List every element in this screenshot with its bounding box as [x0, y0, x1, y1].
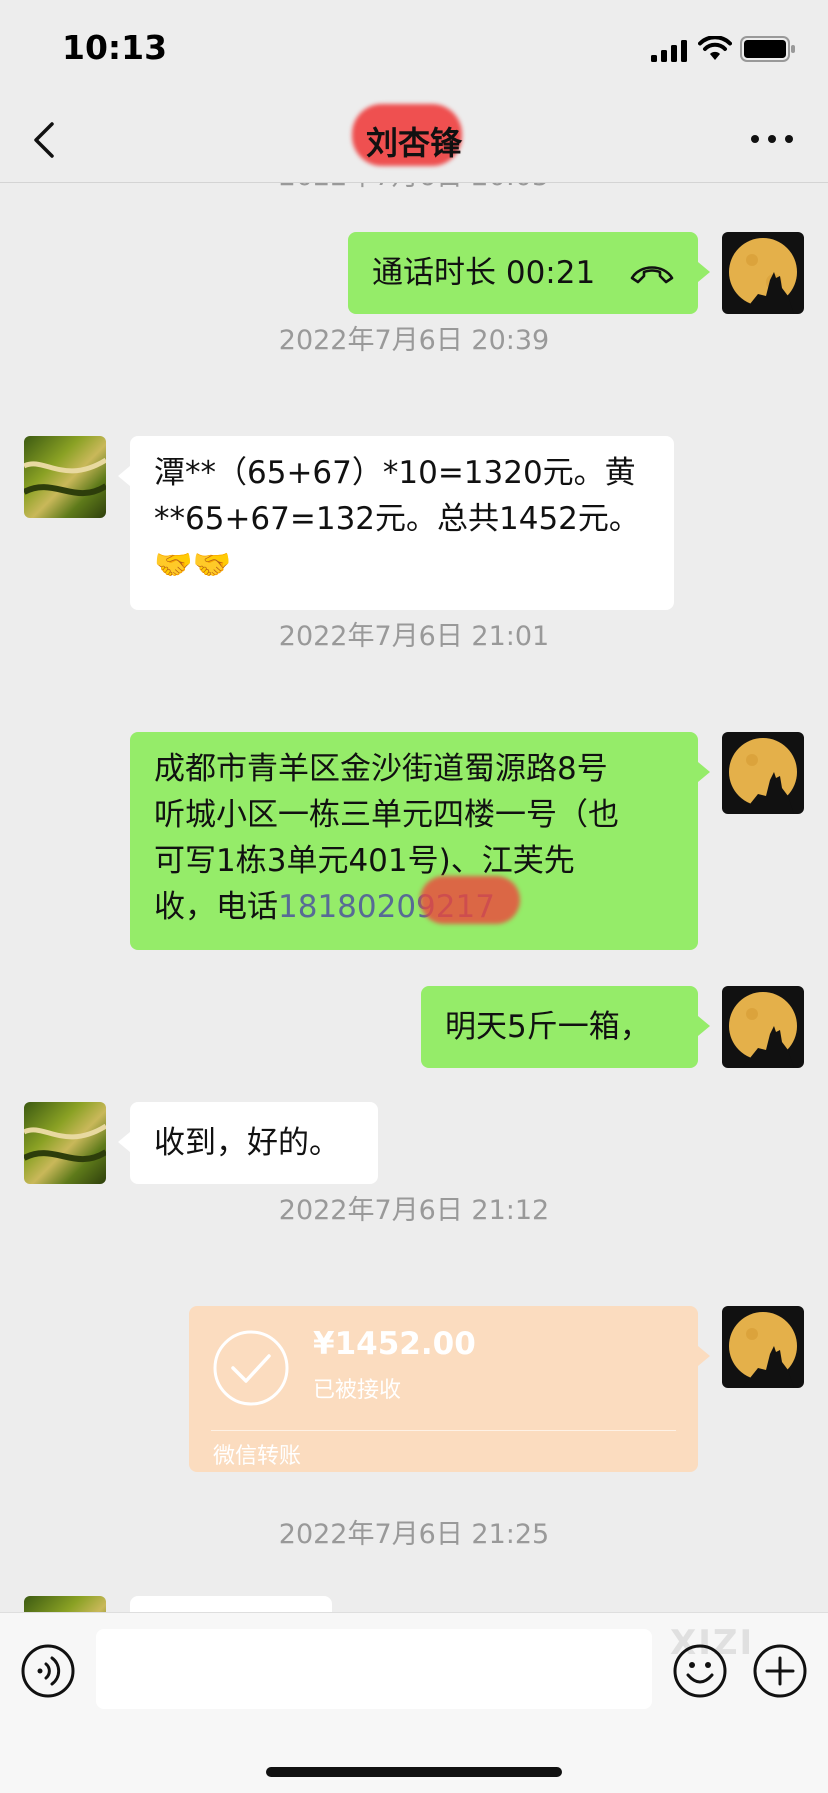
- status-bar: 10:13: [0, 0, 828, 96]
- landscape-icon: [24, 457, 106, 497]
- call-duration-text: 通话时长 00:21: [372, 255, 596, 291]
- wolf-moon-icon: [729, 992, 797, 1068]
- transfer-source-label: 微信转账: [213, 1444, 302, 1469]
- wolf-moon-icon: [729, 738, 797, 814]
- call-duration-bubble[interactable]: 通话时长 00:21: [348, 232, 698, 314]
- message-bubble[interactable]: 明天5斤一箱，: [421, 986, 698, 1068]
- message-line: **65+67=132元。总共1452元。: [154, 501, 640, 537]
- timestamp: 2022年7月6日 20:39: [278, 325, 550, 356]
- chat-header: 刘杏锋: [0, 96, 828, 183]
- bubble-tail: [698, 262, 710, 282]
- timestamp: 2022年7月6日 20:05: [0, 182, 828, 193]
- timestamp: 2022年7月6日 21:25: [278, 1519, 550, 1550]
- contact-avatar[interactable]: [24, 1102, 106, 1184]
- handshake-emoji: 🤝🤝: [154, 547, 232, 583]
- wolf-moon-icon: [729, 238, 797, 314]
- message-line: 可写1栋3单元401号)、江芙先: [154, 843, 575, 879]
- bubble-tail: [698, 1016, 710, 1036]
- message-line: 潭**（65+67）*10=1320元。黄: [154, 455, 636, 491]
- transfer-amount: ¥1452.00: [313, 1326, 476, 1362]
- my-avatar[interactable]: [722, 732, 804, 814]
- contact-avatar[interactable]: [24, 1596, 106, 1612]
- more-options-icon[interactable]: [750, 134, 794, 144]
- message-line: 收，电话18180209217: [154, 884, 674, 930]
- phone-prefix: 收，电话: [154, 889, 278, 925]
- transfer-status: 已被接收: [313, 1378, 402, 1403]
- message-text: 收到，好的。: [154, 1125, 340, 1161]
- divider: [211, 1430, 676, 1431]
- message-input[interactable]: [96, 1629, 652, 1709]
- my-avatar[interactable]: [722, 986, 804, 1068]
- emoji-icon[interactable]: [672, 1643, 728, 1699]
- wifi-icon: [698, 36, 732, 60]
- input-bar: XIZI: [0, 1612, 828, 1793]
- redaction-mark: [420, 876, 520, 924]
- message-list[interactable]: 2022年7月6日 20:05 通话时长 00:21 2022年7月6日 20:…: [0, 182, 828, 1612]
- transfer-accepted-check-icon: [213, 1330, 289, 1406]
- my-avatar[interactable]: [722, 232, 804, 314]
- contact-name[interactable]: 刘杏锋: [0, 118, 828, 164]
- my-avatar[interactable]: [722, 1306, 804, 1388]
- landscape-icon: [24, 1123, 106, 1163]
- timestamp: 2022年7月6日 21:12: [278, 1195, 550, 1226]
- bubble-tail: [118, 466, 130, 486]
- status-time: 10:13: [62, 28, 168, 67]
- message-bubble[interactable]: [130, 1596, 332, 1612]
- transfer-card[interactable]: ¥1452.00 已被接收 微信转账: [189, 1306, 698, 1472]
- message-line: 听城小区一栋三单元四楼一号（也: [154, 797, 619, 833]
- voice-input-icon[interactable]: [20, 1643, 76, 1699]
- message-bubble[interactable]: 收到，好的。: [130, 1102, 378, 1184]
- timestamp: 2022年7月6日 21:01: [278, 621, 550, 652]
- bubble-tail: [698, 1346, 710, 1366]
- message-bubble[interactable]: 潭**（65+67）*10=1320元。黄 **65+67=132元。总共145…: [130, 436, 674, 610]
- plus-icon[interactable]: [752, 1643, 808, 1699]
- bubble-tail: [698, 762, 710, 782]
- cellular-signal-icon: [651, 40, 687, 62]
- message-bubble[interactable]: 成都市青羊区金沙街道蜀源路8号 听城小区一栋三单元四楼一号（也 可写1栋3单元4…: [130, 732, 698, 950]
- wolf-moon-icon: [729, 1312, 797, 1388]
- message-line: 成都市青羊区金沙街道蜀源路8号: [154, 751, 608, 787]
- battery-icon: [740, 36, 795, 62]
- message-text: 明天5斤一箱，: [445, 1009, 651, 1045]
- bubble-tail: [118, 1132, 130, 1152]
- home-indicator: [266, 1767, 562, 1777]
- phone-hangup-icon: [630, 266, 674, 284]
- contact-avatar[interactable]: [24, 436, 106, 518]
